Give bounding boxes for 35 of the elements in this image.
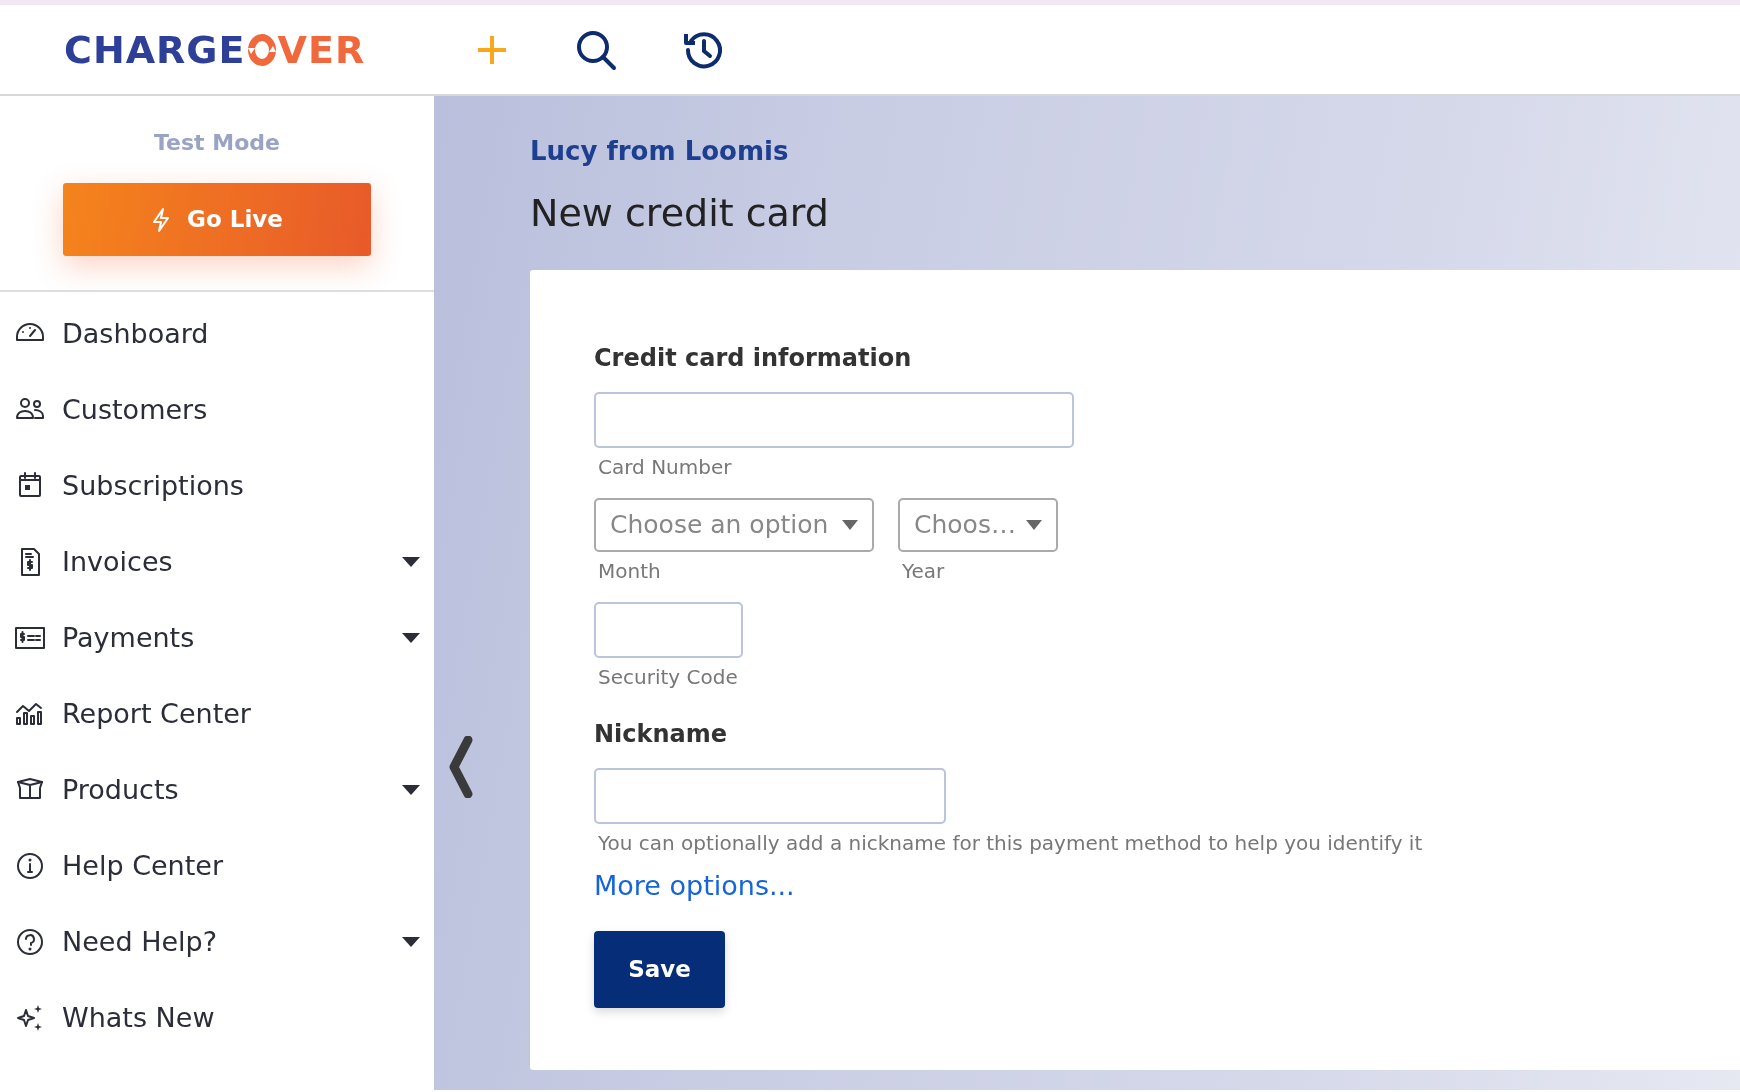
customer-link[interactable]: Lucy from Loomis [530,132,1740,171]
sidebar-item[interactable]: Subscriptions [0,448,434,524]
sidebar-item[interactable]: Invoices [0,524,434,600]
select-field[interactable]: Choose an option [594,498,874,552]
sidebar-item[interactable]: Need Help? [0,904,434,980]
sidebar-item[interactable]: Whats New [0,980,434,1056]
caret-icon [842,520,858,530]
field-label: Security Code [598,664,739,691]
help-icon [14,926,46,958]
sidebar-item[interactable]: Dashboard [0,296,434,372]
page-title: New credit card [530,190,830,237]
lightning-icon [151,206,172,233]
info-icon [14,850,46,882]
caret-icon [1026,520,1042,530]
sidebar-item[interactable]: Payments [0,600,434,676]
section-title: Credit card information [594,343,913,374]
save-button[interactable]: Save [594,930,725,1008]
more-options-link[interactable]: More options... [594,866,795,907]
logo-text: CHARGE [64,27,246,72]
field-label: Year [902,558,946,585]
help-text: You can optionally add a nickname for this payment method to help you identify it [598,830,1424,857]
select-field[interactable]: Choos… [898,498,1058,552]
sidebar-item[interactable]: Report Center [0,676,434,752]
security-code-field[interactable] [594,602,743,658]
field-label: Month [598,558,662,585]
sidebar-item[interactable]: Products [0,752,434,828]
sidebar-item[interactable]: Customers [0,372,434,448]
card-number-field[interactable] [594,392,1074,448]
field-label: Card Number [598,454,733,481]
search-icon[interactable] [575,28,618,71]
sidebar-item[interactable]: Help Center [0,828,434,904]
section-title: Nickname [594,719,729,750]
logo-text: VER [277,27,366,72]
mode-label: Test Mode [154,129,280,157]
nickname-field[interactable] [594,768,946,824]
